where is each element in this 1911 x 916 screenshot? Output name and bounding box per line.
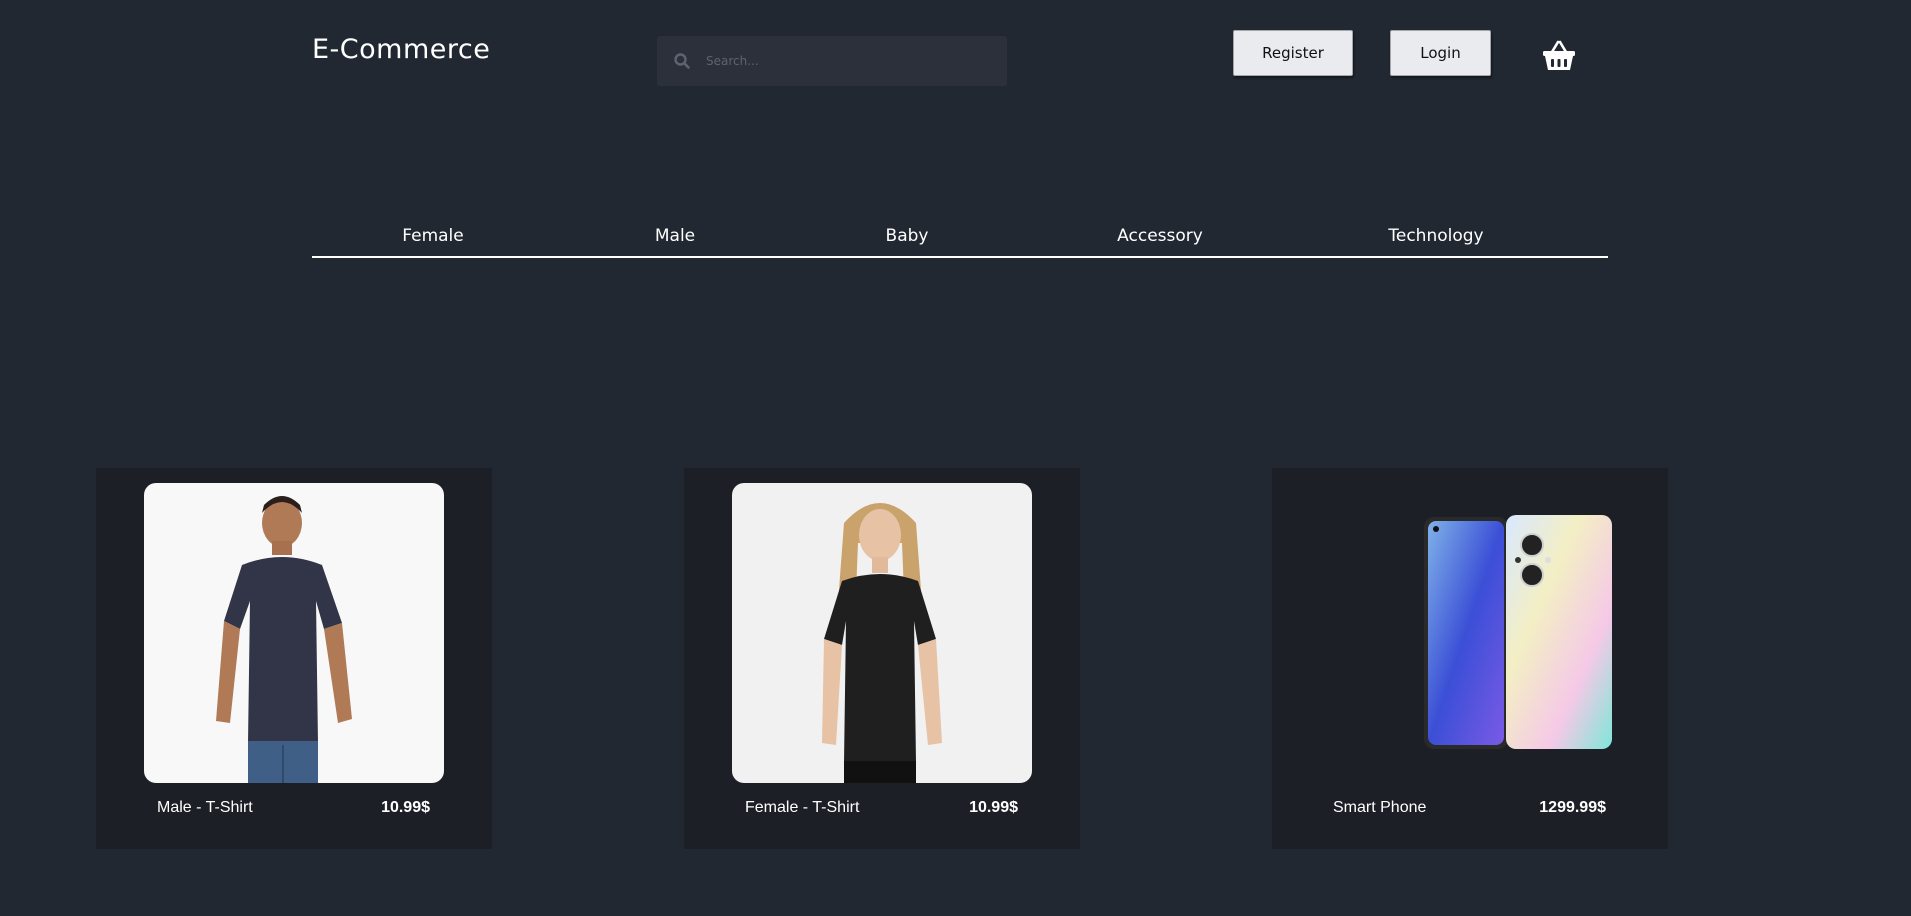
product-image-female-tshirt[interactable] xyxy=(732,483,1032,783)
product-price: 10.99$ xyxy=(381,799,430,816)
product-card-smart-phone[interactable]: Smart Phone 1299.99$ xyxy=(1272,468,1668,849)
shopping-basket-icon[interactable] xyxy=(1541,38,1577,72)
product-name: Male - T-Shirt xyxy=(157,799,253,816)
nav-item-baby[interactable]: Baby xyxy=(886,226,929,246)
login-button[interactable]: Login xyxy=(1390,30,1491,76)
search-bar[interactable] xyxy=(657,36,1007,86)
product-image-smart-phone[interactable] xyxy=(1320,483,1620,783)
search-icon xyxy=(674,53,690,69)
page: E-Commerce Register Login Female Male Ba… xyxy=(0,0,1911,916)
nav-item-male[interactable]: Male xyxy=(655,226,695,246)
nav-item-technology[interactable]: Technology xyxy=(1388,226,1483,246)
product-card-male-tshirt[interactable]: Male - T-Shirt 10.99$ xyxy=(96,468,492,849)
product-price: 1299.99$ xyxy=(1539,799,1606,816)
site-logo[interactable]: E-Commerce xyxy=(312,34,490,65)
search-input[interactable] xyxy=(704,53,998,69)
product-name: Smart Phone xyxy=(1333,799,1427,816)
product-image-male-tshirt[interactable] xyxy=(144,483,444,783)
product-card-female-tshirt[interactable]: Female - T-Shirt 10.99$ xyxy=(684,468,1080,849)
category-nav: Female Male Baby Accessory Technology xyxy=(312,222,1608,258)
product-price: 10.99$ xyxy=(969,799,1018,816)
nav-item-accessory[interactable]: Accessory xyxy=(1117,226,1203,246)
nav-item-female[interactable]: Female xyxy=(402,226,463,246)
product-name: Female - T-Shirt xyxy=(745,799,860,816)
register-button[interactable]: Register xyxy=(1233,30,1353,76)
nav-underline xyxy=(312,256,1608,258)
